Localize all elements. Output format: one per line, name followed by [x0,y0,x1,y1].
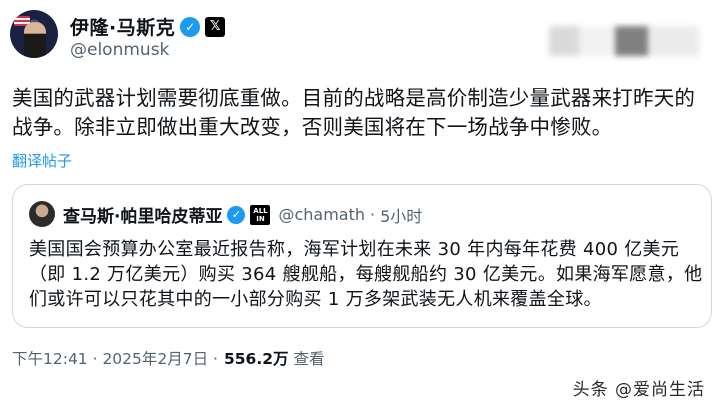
quoted-tweet-text: 美国国会预算办公室最近报告称，海军计划在未来 30 年内每年花费 400 亿美元… [29,239,703,310]
tweet-timestamp[interactable]: 下午12:41 · 2025年2月7日 · [12,347,218,369]
tweet-header: 伊隆·马斯克 ✓ 𝕏 @elonmusk [10,10,707,62]
all-in-affiliation-icon: ALL IN [250,204,271,225]
author-display-name[interactable]: 伊隆·马斯克 [70,13,175,40]
quoted-verified-badge-icon: ✓ [227,205,246,224]
quoted-tweet-card[interactable]: 查马斯·帕里哈皮蒂亚 ✓ ALL IN @chamath · 5小时 美国国会预… [12,184,712,328]
quoted-author-avatar [29,201,55,227]
author-name-row: 伊隆·马斯克 ✓ 𝕏 [70,13,226,40]
quoted-author-handle: @chamath [278,205,366,224]
separator-dot: · [370,205,376,224]
quoted-author-row: 查马斯·帕里哈皮蒂亚 ✓ ALL IN @chamath · 5小时 [63,202,422,227]
translate-post-link[interactable]: 翻译帖子 [12,150,72,171]
tweet-meta: 下午12:41 · 2025年2月7日 · 556.2万 查看 [12,347,325,369]
quoted-author-name: 查马斯·帕里哈皮蒂亚 [63,207,223,227]
blurred-region [549,26,699,56]
avatar-person [24,22,46,58]
verified-badge-icon[interactable]: ✓ [180,16,201,37]
x-affiliation-icon[interactable]: 𝕏 [205,16,226,37]
view-count-label: 查看 [293,350,325,368]
tweet-text: 美国的武器计划需要彻底重做。目前的战略是高价制造少量武器来打昨天的战争。除非立即… [12,86,696,139]
author-avatar[interactable] [10,10,58,58]
view-count: 556.2万 [223,350,289,368]
quoted-timestamp: 5小时 [380,206,423,226]
author-handle[interactable]: @elonmusk [70,40,169,60]
source-watermark: 头条 @爱尚生活 [572,380,705,400]
